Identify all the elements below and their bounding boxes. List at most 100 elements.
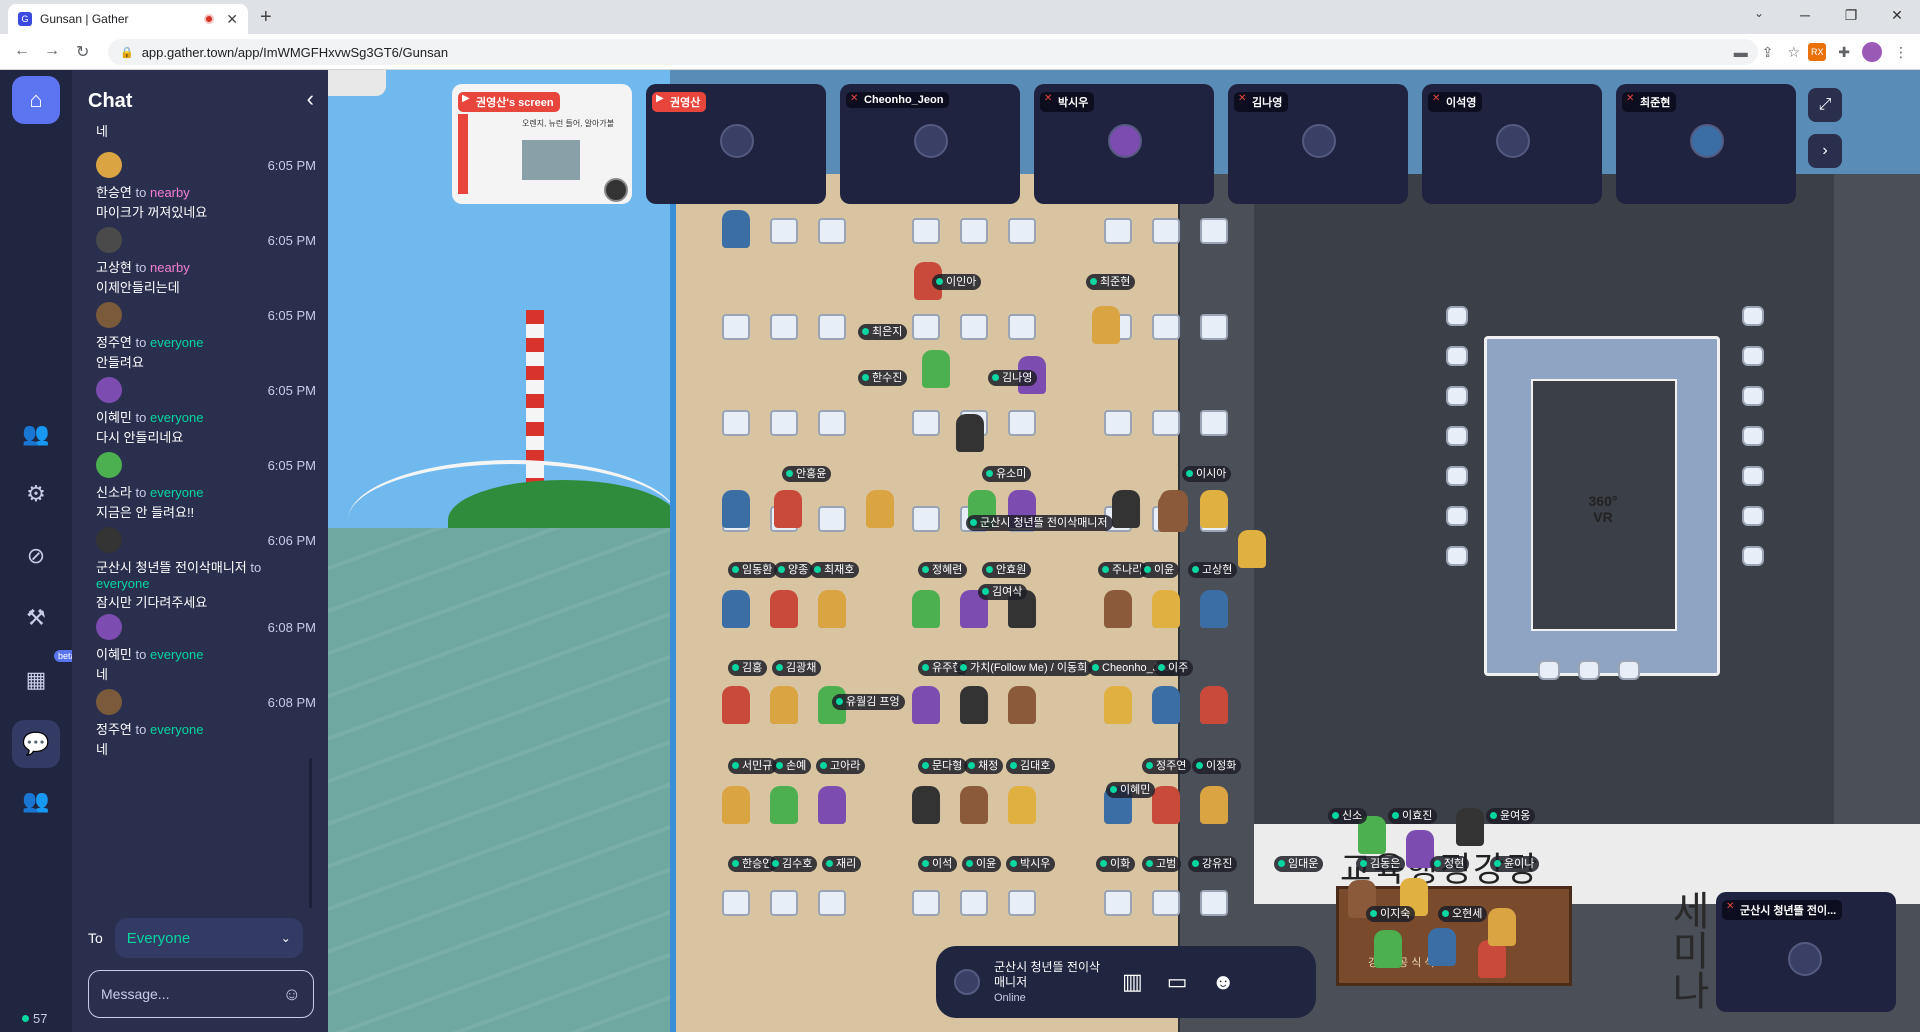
avatar-nametag[interactable]: 재리	[822, 856, 862, 872]
avatar-sprite[interactable]	[722, 786, 750, 824]
avatar[interactable]	[96, 614, 122, 640]
avatar-nametag[interactable]: 임동환	[728, 562, 778, 578]
lock-icon[interactable]: 🔒	[120, 46, 134, 59]
avatar-nametag[interactable]: 고범	[1142, 856, 1182, 872]
recipient-select[interactable]: Everyone ⌄	[114, 918, 303, 958]
avatar-nametag[interactable]: 이시아	[1182, 466, 1232, 482]
minimize-icon[interactable]: ─	[1782, 0, 1828, 30]
participants-button[interactable]: 👥	[12, 410, 60, 458]
avatar-nametag[interactable]: 신소	[1328, 808, 1368, 824]
avatar-sprite[interactable]	[770, 786, 798, 824]
maximize-icon[interactable]: ❐	[1828, 0, 1874, 30]
avatar-nametag[interactable]: 오현세	[1438, 906, 1488, 922]
avatar-sprite[interactable]	[1238, 530, 1266, 568]
avatar-nametag[interactable]: 정현	[1430, 856, 1470, 872]
avatar-nametag[interactable]: 군산시 청년뜰 전이삭매니저	[966, 515, 1113, 531]
video-tile[interactable]: Cheonho_Jeon	[840, 84, 1020, 204]
avatar[interactable]	[96, 152, 122, 178]
kebab-menu-icon[interactable]: ⋮	[1894, 44, 1908, 61]
expand-icon[interactable]: ⤢	[1808, 88, 1842, 122]
sender-name[interactable]: 군산시 청년뜰 전이삭매니저	[96, 560, 247, 575]
chat-collapse-icon[interactable]: ‹	[307, 86, 314, 112]
avatar-sprite[interactable]	[1200, 490, 1228, 528]
avatar-nametag[interactable]: 이효진	[1388, 808, 1438, 824]
extension-rx-icon[interactable]: RX	[1808, 43, 1827, 61]
avatar-nametag[interactable]: 고상현	[1188, 562, 1238, 578]
avatar-sprite[interactable]	[722, 490, 750, 528]
self-video-tile[interactable]: 군산시 청년뜰 전이...	[1716, 892, 1896, 1012]
avatar-sprite[interactable]	[1152, 786, 1180, 824]
avatar-nametag[interactable]: 이석	[918, 856, 958, 872]
browser-tab[interactable]: G Gunsan | Gather ✕	[8, 4, 248, 34]
vr-label[interactable]: 360° VR	[1583, 493, 1623, 525]
avatar-sprite[interactable]	[1092, 306, 1120, 344]
avatar-sprite[interactable]	[722, 686, 750, 724]
avatar-nametag[interactable]: 이주	[1154, 660, 1194, 676]
video-tile[interactable]: 권영산	[646, 84, 826, 204]
sender-name[interactable]: 이혜민	[96, 410, 132, 425]
video-tile[interactable]: 김나영	[1228, 84, 1408, 204]
emoji-icon[interactable]: ☺	[283, 984, 301, 1005]
avatar-nametag[interactable]: 강유진	[1188, 856, 1238, 872]
video-tile[interactable]: 박시우	[1034, 84, 1214, 204]
avatar-sprite[interactable]	[1104, 686, 1132, 724]
avatar-nametag[interactable]: 박시우	[1006, 856, 1056, 872]
avatar-sprite[interactable]	[1200, 686, 1228, 724]
back-icon[interactable]: ←	[14, 42, 30, 60]
avatar-sprite[interactable]	[1456, 808, 1484, 846]
avatar[interactable]	[954, 969, 980, 995]
sender-name[interactable]: 이혜민	[96, 647, 132, 662]
avatar-sprite[interactable]	[770, 590, 798, 628]
sender-name[interactable]: 정주연	[96, 722, 132, 737]
avatar-nametag[interactable]: 정혜련	[918, 562, 968, 578]
screen-share-icon[interactable]: ▭	[1167, 969, 1188, 995]
video-tile[interactable]: 이석영	[1422, 84, 1602, 204]
avatar-nametag[interactable]: 유소미	[982, 466, 1032, 482]
avatar-sprite[interactable]	[1008, 686, 1036, 724]
avatar-nametag[interactable]: 이화	[1096, 856, 1136, 872]
avatar-nametag[interactable]: 김홍	[728, 660, 768, 676]
sender-name[interactable]: 정주연	[96, 335, 132, 350]
avatar-sprite[interactable]	[722, 590, 750, 628]
avatar-sprite[interactable]	[912, 786, 940, 824]
avatar-sprite[interactable]	[1152, 590, 1180, 628]
avatar-nametag[interactable]: 한수진	[858, 370, 908, 386]
camera-icon[interactable]: ▬	[1734, 38, 1748, 66]
new-tab-button[interactable]: +	[260, 6, 272, 29]
avatar[interactable]	[96, 452, 122, 478]
avatar-sprite[interactable]	[1200, 786, 1228, 824]
tab-search-icon[interactable]: ⌄	[1754, 6, 1764, 20]
build-button[interactable]: ⚒	[12, 594, 60, 642]
avatar-sprite[interactable]	[960, 686, 988, 724]
ghost-mode-button[interactable]: ⊘	[12, 532, 60, 580]
avatar[interactable]	[96, 689, 122, 715]
conference-table[interactable]: 360° VR	[1484, 336, 1720, 676]
avatar-sprite[interactable]	[1374, 930, 1402, 968]
avatar-nametag[interactable]: 이혜민	[1106, 782, 1156, 798]
avatar-sprite[interactable]	[1428, 928, 1456, 966]
avatar[interactable]	[96, 377, 122, 403]
sender-name[interactable]: 고상현	[96, 260, 132, 275]
avatar[interactable]	[96, 527, 122, 553]
avatar-nametag[interactable]: 유월김 프엉	[832, 694, 905, 710]
avatar-sprite[interactable]	[722, 210, 750, 248]
online-people-button[interactable]: 👥	[12, 786, 60, 816]
avatar-sprite[interactable]	[1104, 590, 1132, 628]
avatar-sprite[interactable]	[1008, 786, 1036, 824]
avatar-nametag[interactable]: 서민규	[728, 758, 778, 774]
avatar-nametag[interactable]: 이윤	[962, 856, 1002, 872]
avatar-nametag[interactable]: 양종	[774, 562, 814, 578]
avatar-nametag[interactable]: 윤여옹	[1486, 808, 1536, 824]
avatar-sprite[interactable]	[912, 686, 940, 724]
avatar-sprite[interactable]	[1488, 908, 1516, 946]
avatar-nametag[interactable]: 김광채	[772, 660, 822, 676]
avatar-sprite[interactable]	[1200, 590, 1228, 628]
avatar-nametag[interactable]: 최재호	[810, 562, 860, 578]
chat-button[interactable]: 💬	[12, 720, 60, 768]
avatar-nametag[interactable]: 이윤	[1140, 562, 1180, 578]
avatar[interactable]	[96, 227, 122, 253]
avatar-nametag[interactable]: 김수호	[768, 856, 818, 872]
avatar-nametag[interactable]: 손예	[772, 758, 812, 774]
avatar-sprite[interactable]	[770, 686, 798, 724]
profile-avatar[interactable]	[1862, 42, 1882, 62]
